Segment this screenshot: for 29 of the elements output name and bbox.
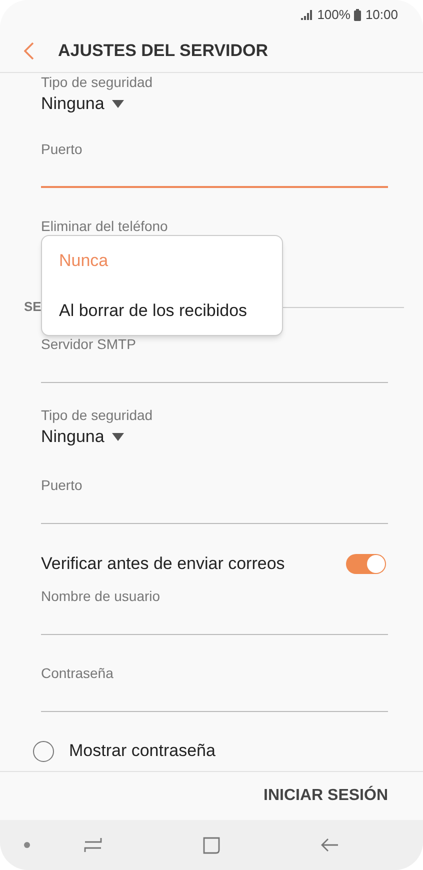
field-label: Puerto xyxy=(41,476,84,494)
dot-icon xyxy=(24,842,30,848)
sign-in-button[interactable]: INICIAR SESIÓN xyxy=(264,784,388,808)
home-icon[interactable] xyxy=(203,836,220,854)
field-label: Contraseña xyxy=(41,664,114,682)
battery-icon xyxy=(354,9,362,21)
radio-button[interactable] xyxy=(33,740,54,762)
signal-icon xyxy=(301,10,314,20)
recent-apps-icon[interactable] xyxy=(84,837,102,853)
option-label: Mostrar contraseña xyxy=(69,740,216,762)
toggle-switch[interactable] xyxy=(346,554,386,574)
field-label: Eliminar del teléfono xyxy=(41,217,169,235)
section-title: SE xyxy=(24,298,42,316)
screen-title: AJUSTES DEL SERVIDOR xyxy=(58,40,268,62)
battery-level: 100% xyxy=(317,6,350,24)
field-label: Servidor SMTP xyxy=(41,335,137,353)
field-label: Nombre de usuario xyxy=(41,587,162,605)
field-label: Puerto xyxy=(41,140,84,158)
back-nav-icon[interactable] xyxy=(321,838,339,852)
caret-icon xyxy=(112,100,124,108)
clock: 10:00 xyxy=(365,6,398,24)
setting-label: Verificar antes de enviar correos xyxy=(41,553,285,576)
back-icon xyxy=(24,42,34,60)
menu-option[interactable]: Al borrar de los recibidos xyxy=(42,286,282,335)
security-dropdown[interactable]: Ninguna xyxy=(41,424,124,450)
field-label: Tipo de seguridad xyxy=(41,406,154,424)
field-label: Tipo de seguridad xyxy=(41,73,154,91)
caret-icon xyxy=(112,433,124,441)
security-dropdown[interactable]: Ninguna xyxy=(41,91,124,117)
